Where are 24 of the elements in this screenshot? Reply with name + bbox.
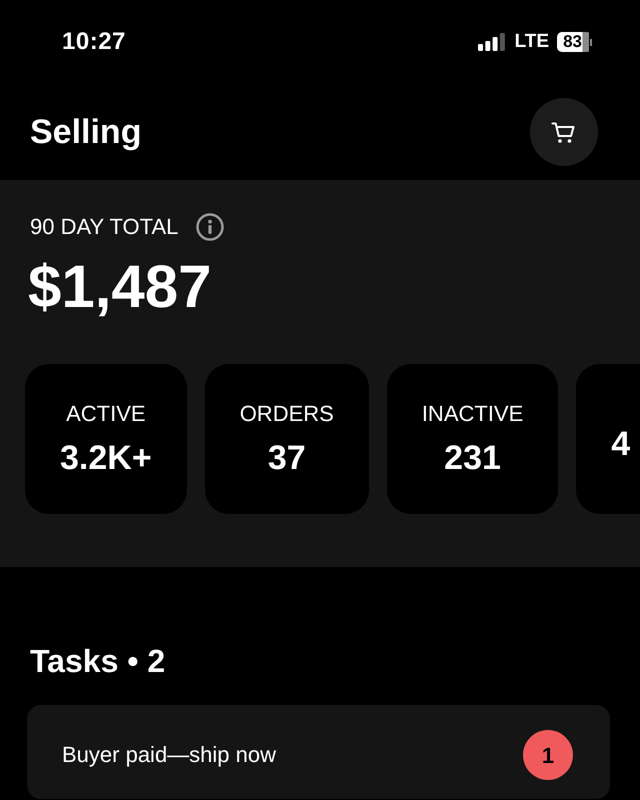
info-icon [196,213,224,241]
total-amount: $1,487 [28,257,212,317]
total-label: 90 DAY TOTAL [30,213,178,241]
stat-card[interactable]: ACTIVE 3.2K+ [25,364,187,514]
cart-icon [551,120,577,144]
stat-card[interactable]: INACTIVE 231 [386,364,558,514]
network-label: LTE [514,30,550,54]
task-label: Buyer paid—ship now [62,741,276,769]
battery-level: 83 [557,32,592,52]
task-item[interactable]: Buyer paid—ship now 1 [27,705,610,799]
stat-value: 4 [611,424,630,464]
clock-time: 10:27 [62,27,126,57]
stat-value: 37 [268,438,306,478]
stat-label: INACTIVE [422,400,524,428]
stat-label: ACTIVE [66,400,146,428]
signal-icon [478,33,505,51]
stat-value: 3.2K+ [60,438,152,478]
stat-card[interactable]: 4 [576,364,640,514]
count-badge: 1 [523,730,573,780]
stat-value: 231 [444,438,501,478]
stat-card[interactable]: ORDERS 37 [204,364,369,514]
stat-label: ORDERS [240,400,334,428]
section-heading: Tasks • 2 [30,643,166,679]
page-title: Selling [30,112,142,152]
